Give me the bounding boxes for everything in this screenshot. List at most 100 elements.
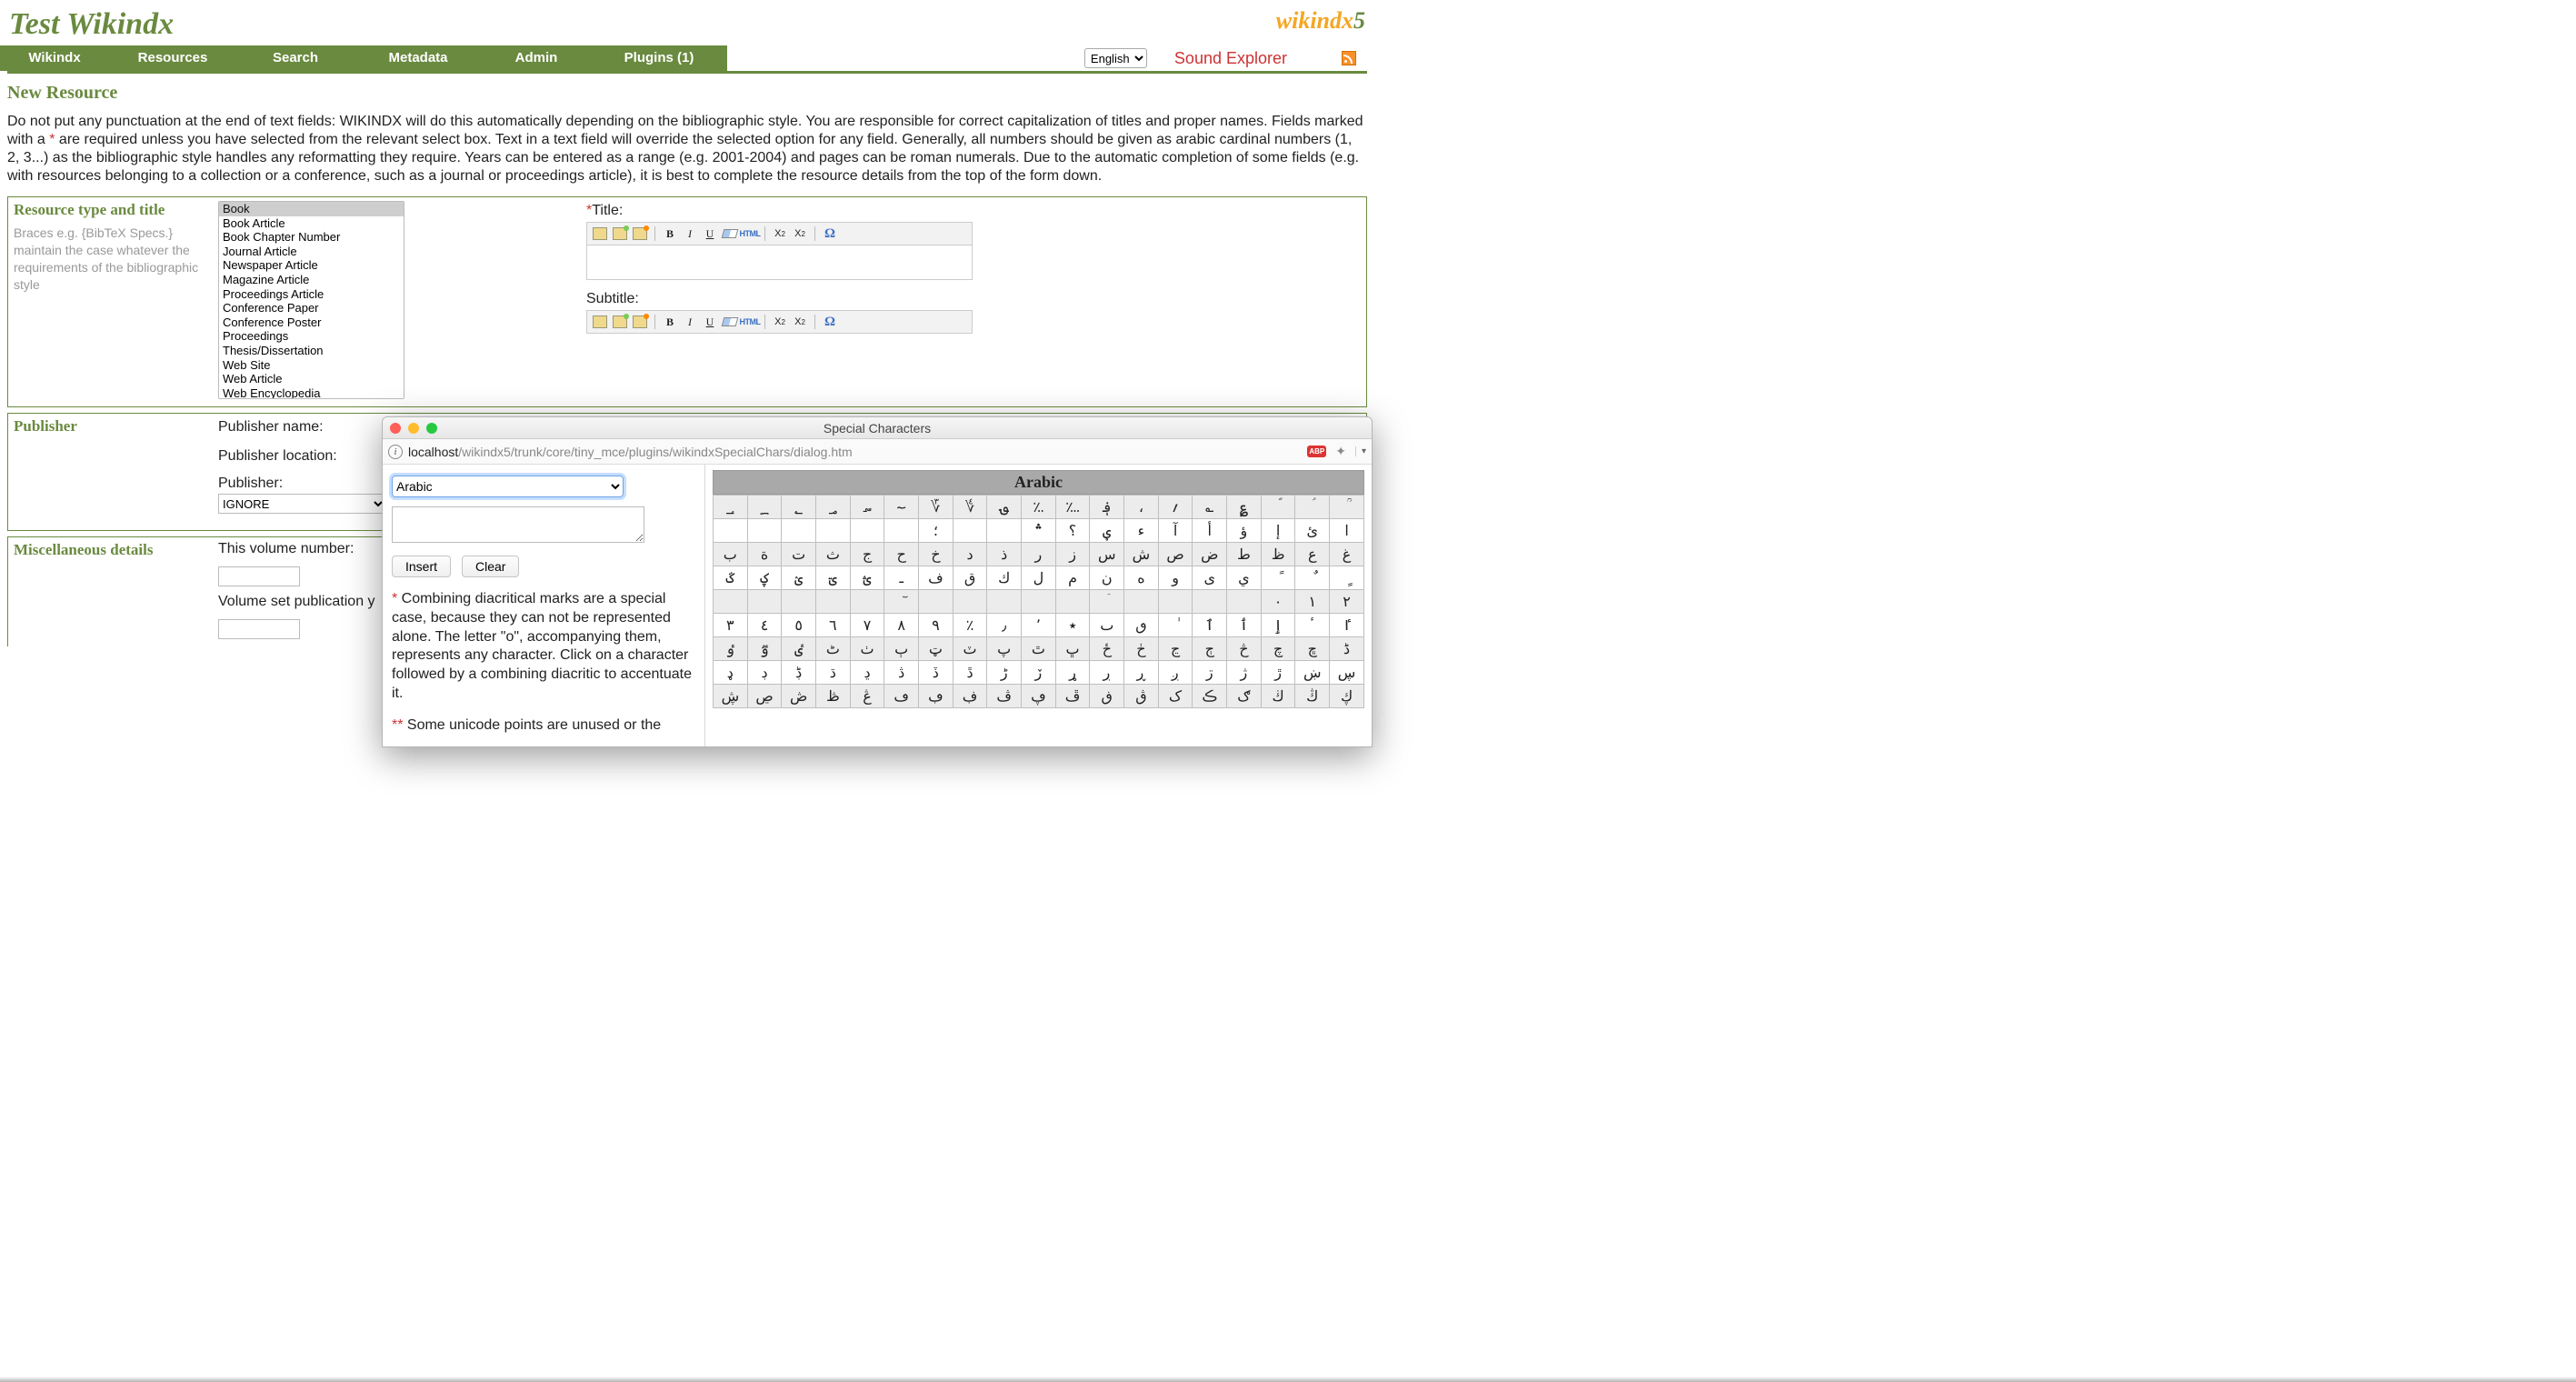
char-cell[interactable]: ڣ [953, 685, 987, 708]
nav-metadata[interactable]: Metadata [354, 45, 482, 71]
char-cell[interactable]: ؄ [850, 496, 884, 519]
resource-type-option[interactable]: Book Chapter Number [219, 230, 404, 245]
char-cell[interactable]: ڨ [1124, 685, 1159, 708]
charset-select[interactable]: Arabic [392, 476, 624, 497]
resource-type-option[interactable]: Conference Poster [219, 315, 404, 330]
superscript-button[interactable]: X2 [792, 225, 808, 242]
char-cell[interactable]: ؊ [1055, 496, 1090, 519]
char-cell[interactable]: ؞ [1022, 519, 1056, 543]
char-cell[interactable]: پ [987, 637, 1022, 661]
char-cell[interactable]: ؃ [816, 496, 851, 519]
char-cell[interactable]: ٱ [1193, 614, 1227, 637]
char-cell[interactable]: ؆ [919, 496, 954, 519]
char-cell[interactable]: ٽ [953, 637, 987, 661]
char-cell[interactable]: ڦ [1055, 685, 1090, 708]
char-cell[interactable]: ش [1124, 543, 1159, 566]
resource-type-select[interactable]: BookBook ArticleBook Chapter NumberJourn… [218, 201, 404, 399]
char-cell[interactable]: ٮ [1090, 614, 1124, 637]
char-cell[interactable]: ف [919, 566, 954, 590]
char-cell[interactable]: ؎ [1193, 496, 1227, 519]
char-cell[interactable]: ٴ [1295, 614, 1330, 637]
bold-button[interactable]: B [662, 225, 678, 242]
char-cell[interactable] [1227, 590, 1262, 614]
char-cell[interactable]: ډ [714, 661, 748, 685]
char-cell[interactable]: ؟ [1055, 519, 1090, 543]
char-cell[interactable]: ؅ [884, 496, 919, 519]
char-cell[interactable]: ڍ [850, 661, 884, 685]
char-cell[interactable]: ٪ [953, 614, 987, 637]
char-cell[interactable]: ڐ [953, 661, 987, 685]
char-cell[interactable]: ٥ [782, 614, 816, 637]
char-cell[interactable]: ء [1124, 519, 1159, 543]
char-cell[interactable]: ٍ [1330, 566, 1364, 590]
remove-format-icon[interactable] [722, 225, 738, 242]
char-cell[interactable]: ږ [1158, 661, 1193, 685]
paste-word-icon[interactable] [632, 314, 648, 330]
resource-type-option[interactable]: Magazine Article [219, 273, 404, 287]
resource-type-option[interactable]: Book [219, 202, 404, 216]
char-cell[interactable]: ؾ [816, 566, 851, 590]
html-button[interactable]: HTML [742, 225, 758, 242]
char-cell[interactable] [953, 590, 987, 614]
char-cell[interactable] [747, 519, 782, 543]
char-cell[interactable]: ٤ [747, 614, 782, 637]
char-cell[interactable]: ڔ [1090, 661, 1124, 685]
char-cell[interactable] [1055, 590, 1090, 614]
char-cell[interactable]: ٙ [1090, 590, 1124, 614]
char-cell[interactable]: ڪ [1193, 685, 1227, 708]
char-cell[interactable]: ٫ [987, 614, 1022, 637]
char-cell[interactable]: ؑ [1295, 496, 1330, 519]
site-info-icon[interactable]: i [388, 445, 403, 459]
char-cell[interactable]: ة [747, 543, 782, 566]
char-cell[interactable]: ڃ [1158, 637, 1193, 661]
char-cell[interactable]: آ [1158, 519, 1193, 543]
char-cell[interactable]: أ [1193, 519, 1227, 543]
char-cell[interactable]: غ [1330, 543, 1364, 566]
char-cell[interactable]: ى [1193, 566, 1227, 590]
char-cell[interactable]: ڝ [747, 685, 782, 708]
char-cell[interactable]: ښ [1295, 661, 1330, 685]
char-cell[interactable]: ٭ [1055, 614, 1090, 637]
char-cell[interactable]: ؂ [782, 496, 816, 519]
char-cell[interactable]: ژ [1227, 661, 1262, 685]
char-cell[interactable]: ح [884, 543, 919, 566]
char-cell[interactable]: ٓ [884, 590, 919, 614]
char-cell[interactable]: ٿ [1022, 637, 1056, 661]
char-cell[interactable]: ج [850, 543, 884, 566]
char-cell[interactable]: ؉ [1022, 496, 1056, 519]
char-cell[interactable] [782, 519, 816, 543]
subscript-button[interactable]: X2 [772, 314, 788, 330]
char-cell[interactable]: ػ [714, 566, 748, 590]
char-cell[interactable] [987, 519, 1022, 543]
char-cell[interactable]: ٲ [1227, 614, 1262, 637]
resource-type-option[interactable]: Journal Article [219, 245, 404, 259]
char-cell[interactable]: ص [1158, 543, 1193, 566]
volume-set-input[interactable] [218, 619, 300, 639]
char-cell[interactable]: س [1090, 543, 1124, 566]
special-chars-button[interactable]: Ω [822, 314, 838, 330]
char-output-textarea[interactable] [392, 506, 644, 543]
char-cell[interactable] [816, 590, 851, 614]
char-cell[interactable]: ڈ [1330, 637, 1364, 661]
char-cell[interactable] [953, 519, 987, 543]
char-cell[interactable]: ڙ [1261, 661, 1295, 685]
char-cell[interactable] [714, 590, 748, 614]
char-cell[interactable]: ٻ [884, 637, 919, 661]
char-cell[interactable]: ت [782, 543, 816, 566]
char-cell[interactable]: ڟ [816, 685, 851, 708]
char-cell[interactable]: ڠ [850, 685, 884, 708]
char-cell[interactable]: ټ [919, 637, 954, 661]
char-cell[interactable] [1158, 590, 1193, 614]
char-cell[interactable]: ئ [1295, 519, 1330, 543]
resource-type-option[interactable]: Proceedings [219, 329, 404, 344]
sound-explorer-link[interactable]: Sound Explorer [1174, 49, 1287, 68]
char-cell[interactable]: ڛ [1330, 661, 1364, 685]
resource-type-option[interactable]: Thesis/Dissertation [219, 344, 404, 358]
char-cell[interactable]: ڄ [1193, 637, 1227, 661]
char-cell[interactable]: ١ [1295, 590, 1330, 614]
char-cell[interactable]: ړ [1055, 661, 1090, 685]
char-cell[interactable]: ؤ [1227, 519, 1262, 543]
char-cell[interactable]: ڥ [1022, 685, 1056, 708]
char-cell[interactable]: ؋ [1090, 496, 1124, 519]
char-cell[interactable]: ؒ [1330, 496, 1364, 519]
